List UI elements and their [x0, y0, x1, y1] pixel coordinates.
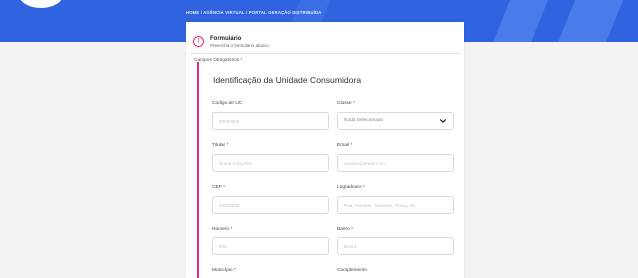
banner-decoration [550, 0, 628, 42]
classe-label: Classe * [337, 101, 355, 106]
cep-input[interactable] [212, 196, 329, 214]
codigo-uc-label: Código de UC [212, 101, 243, 106]
classe-select-value: Nada Selecionado [344, 118, 384, 123]
titular-input[interactable] [212, 154, 329, 172]
email-label: Email * [337, 143, 353, 148]
cep-label: CEP * [212, 185, 225, 190]
form-card: ! Formulário Preencha o formulário abaix… [186, 22, 464, 278]
bairro-label: Bairro * [337, 227, 353, 232]
codigo-uc-input[interactable] [212, 112, 329, 130]
section-title: Identificação da Unidade Consumidora [213, 75, 362, 85]
section-accent-line [197, 62, 199, 278]
numero-input[interactable] [212, 237, 329, 255]
breadcrumb[interactable]: HOME / AGÊNCIA VIRTUAL / PORTAL GERAÇÃO … [186, 10, 322, 15]
form-title: Formulário [210, 36, 242, 42]
email-input[interactable] [337, 154, 454, 172]
municipio-label: Município * [212, 268, 236, 273]
logo[interactable] [18, 0, 64, 8]
complemento-label: Complemento [337, 268, 367, 273]
classe-select[interactable]: Nada Selecionado [337, 112, 454, 130]
logradouro-input[interactable] [337, 196, 454, 214]
required-fields-note: Campos Obrigatórios * [194, 58, 243, 63]
numero-label: Número * [212, 227, 233, 232]
form-header: ! Formulário Preencha o formulário abaix… [190, 28, 460, 54]
info-icon: ! [193, 36, 204, 47]
form-subtitle: Preencha o formulário abaixo [210, 43, 269, 48]
chevron-down-icon [439, 119, 447, 123]
logradouro-label: Logradouro * [337, 185, 365, 190]
bairro-input[interactable] [337, 237, 454, 255]
titular-label: Titular * [212, 143, 229, 148]
banner-decoration [485, 0, 553, 42]
